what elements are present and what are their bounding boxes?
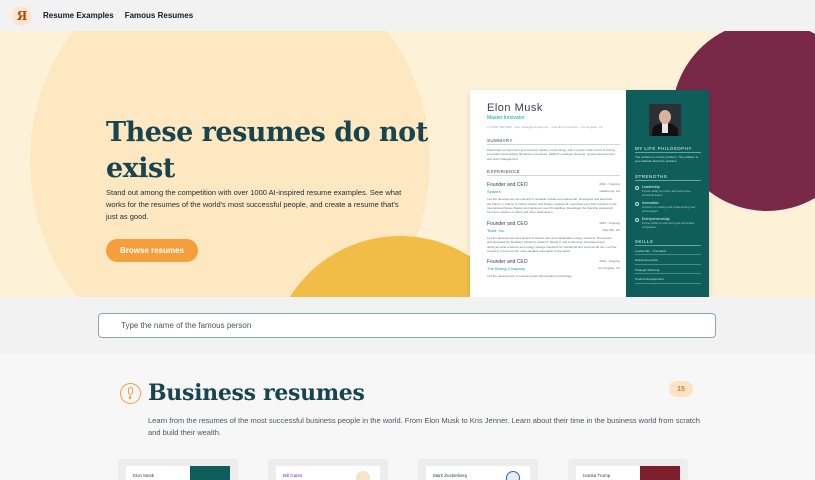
- job-description: Led the development and launch of electr…: [487, 235, 617, 254]
- job-location: Los Angeles, CA: [597, 266, 620, 271]
- strength-icon: [635, 217, 639, 222]
- resume-summary-heading: SUMMARY: [487, 138, 620, 145]
- strength-desc: Proven ability to start and grow success…: [642, 220, 695, 229]
- job-date: 2003 - Ongoing: [599, 220, 620, 225]
- strength-icon: [635, 185, 639, 190]
- resume-job-title: Founder and CEO 2002 - Ongoing: [487, 182, 620, 188]
- job-title: Founder and CEO: [487, 259, 528, 266]
- strength-icon: [635, 201, 639, 206]
- strength-desc: A history of creating and implementing n…: [642, 204, 696, 213]
- strength-item: Innovation A history of creating and imp…: [635, 201, 701, 213]
- nav-link-resume-examples[interactable]: Resume Examples: [43, 11, 114, 20]
- job-date: 2002 - Ongoing: [599, 182, 620, 187]
- strengths-heading: STRENGTHS: [635, 174, 701, 181]
- philosophy-text: The problem is not the problem. The prob…: [635, 155, 698, 164]
- resume-preview[interactable]: Elon Musk Master Innovator +1 (555) 555-…: [470, 90, 709, 297]
- card-badge-icon: [506, 471, 520, 480]
- hero-title: These resumes do not exist: [106, 117, 428, 184]
- card-name: Elon Musk: [133, 473, 155, 478]
- philosophy-heading: MY LIFE PHILOSOPHY: [635, 146, 701, 153]
- resume-job-company: Tesla, Inc. Palo Alto, CA: [487, 228, 620, 233]
- resume-card[interactable]: Elon Musk: [118, 459, 238, 480]
- microphone-icon: [120, 383, 141, 404]
- hero-section: These resumes do not exist Stand out amo…: [0, 31, 815, 297]
- skill-item: Strategic Planning: [635, 268, 701, 275]
- resume-contact: +1 (555) 555-5555 · elon.musk@example.co…: [487, 125, 603, 129]
- job-description: Led the development of tunneling and tra…: [487, 274, 573, 279]
- resume-job-company: SpaceX Hawthorne, CA: [487, 189, 620, 194]
- job-location: Palo Alto, CA: [602, 227, 620, 232]
- skill-item: Product Development: [635, 277, 701, 284]
- logo-icon[interactable]: Я: [12, 5, 32, 26]
- resume-name: Elon Musk: [487, 102, 543, 114]
- resume-experience-heading: EXPERIENCE: [487, 169, 620, 177]
- resume-card[interactable]: Ivanka Trump: [568, 459, 688, 480]
- strength-item: Entrepreneurship Proven ability to start…: [635, 217, 701, 229]
- job-description: Led the development and launch of reusab…: [487, 197, 617, 215]
- top-navigation: Я Resume Examples Famous Resumes: [0, 0, 815, 31]
- job-title: Founder and CEO: [487, 220, 528, 227]
- section-title: Business resumes: [148, 380, 365, 406]
- resume-job-company: The Boring Company Los Angeles, CA: [487, 266, 620, 271]
- job-company: The Boring Company: [487, 266, 525, 272]
- nav-link-famous-resumes[interactable]: Famous Resumes: [125, 11, 193, 20]
- card-name: Bill Gates: [283, 473, 303, 478]
- job-date: 2016 - Ongoing: [599, 259, 620, 264]
- card-sidebar: [640, 466, 680, 480]
- resume-job-title: Founder and CEO 2003 - Ongoing: [487, 221, 620, 227]
- resume-card[interactable]: Mark Zuckerberg: [418, 459, 538, 480]
- job-company: SpaceX: [487, 189, 502, 195]
- card-name: Mark Zuckerberg: [433, 473, 468, 478]
- browse-resumes-button[interactable]: Browse resumes: [106, 239, 198, 262]
- job-title: Founder and CEO: [487, 182, 528, 189]
- job-company: Tesla, Inc.: [487, 227, 506, 233]
- skills-heading: SKILLS: [635, 239, 701, 246]
- resume-count-badge: 15: [669, 381, 693, 397]
- skill-item: Entrepreneurship: [635, 258, 701, 265]
- resume-role: Master Innovator: [487, 115, 525, 121]
- famous-person-search-input[interactable]: [98, 313, 716, 338]
- card-badge-icon: [356, 471, 370, 480]
- card-name: Ivanka Trump: [583, 473, 611, 478]
- business-resumes-section: Business resumes 15 Learn from the resum…: [0, 353, 815, 480]
- strength-item: Leadership Proven ability to inspire and…: [635, 185, 701, 197]
- resume-card[interactable]: Bill Gates: [268, 459, 388, 480]
- resume-summary-text: Passionate entrepreneur and visionary le…: [487, 148, 616, 161]
- section-description: Learn from the resumes of the most succe…: [148, 416, 700, 437]
- resume-main-column: Elon Musk Master Innovator +1 (555) 555-…: [470, 90, 626, 297]
- job-location: Hawthorne, CA: [599, 189, 620, 194]
- skill-item: Leadership · Innovation: [635, 249, 701, 256]
- card-sidebar: [190, 466, 230, 480]
- strength-desc: Proven ability to inspire and lead cross…: [642, 188, 691, 197]
- resume-sidebar: MY LIFE PHILOSOPHY The problem is not th…: [626, 90, 709, 297]
- profile-photo: [649, 104, 681, 136]
- search-section: [0, 297, 815, 353]
- hero-description: Stand out among the competition with ove…: [106, 188, 402, 221]
- resume-job-title: Founder and CEO 2016 - Ongoing: [487, 259, 620, 265]
